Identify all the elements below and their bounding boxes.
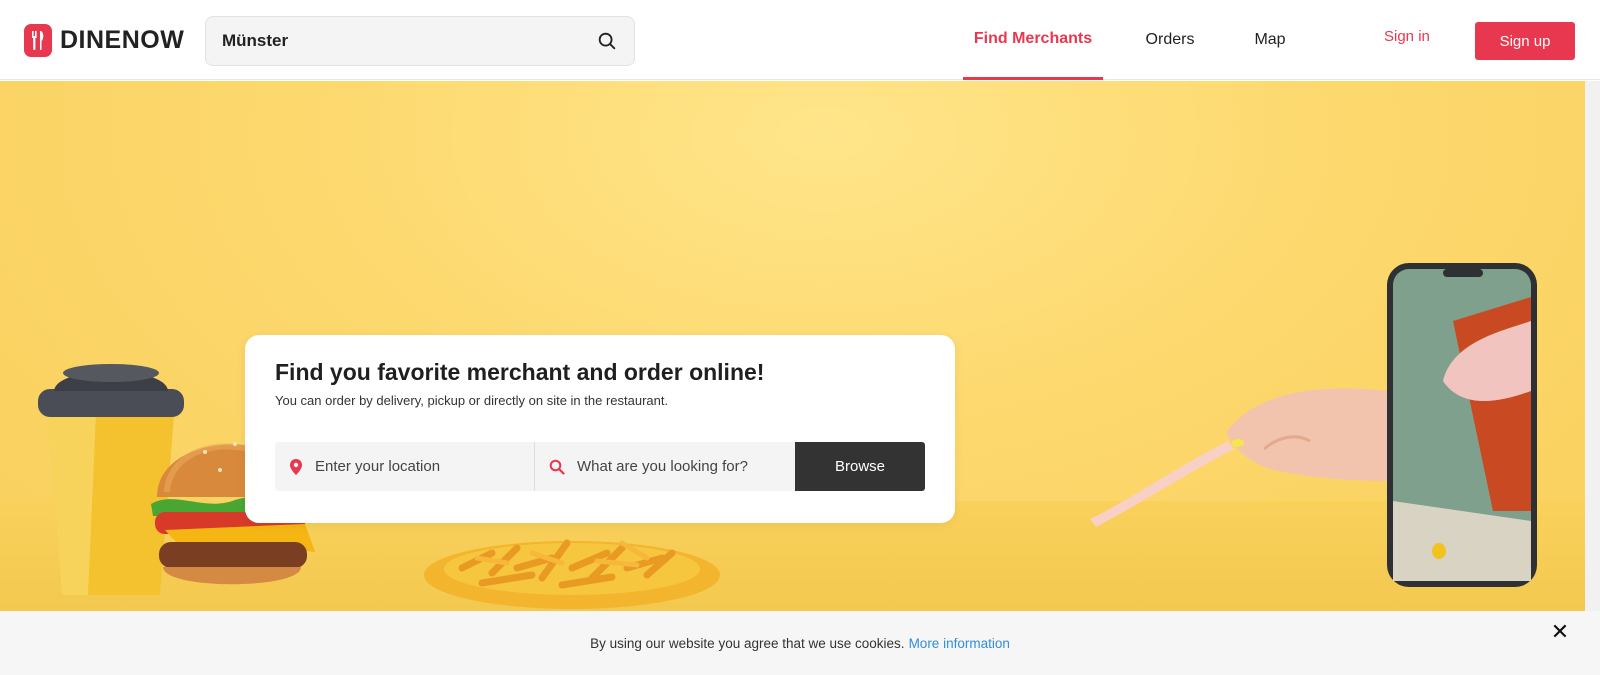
nav-map[interactable]: Map bbox=[1246, 0, 1294, 80]
browse-label: Browse bbox=[834, 458, 886, 475]
nav-map-label: Map bbox=[1254, 31, 1286, 48]
query-input[interactable]: What are you looking for? bbox=[535, 442, 795, 491]
cutlery-icon bbox=[24, 24, 52, 57]
hero-subtitle: You can order by delivery, pickup or dir… bbox=[275, 393, 669, 408]
signin-link[interactable]: Sign in bbox=[1384, 28, 1430, 45]
nav-find-merchants[interactable]: Find Merchants bbox=[963, 0, 1103, 80]
nav-orders[interactable]: Orders bbox=[1138, 0, 1202, 80]
signup-label: Sign up bbox=[1499, 32, 1551, 50]
city-search-value[interactable]: Münster bbox=[222, 31, 596, 51]
cookie-banner: By using our website you agree that we u… bbox=[0, 611, 1600, 675]
signup-button[interactable]: Sign up bbox=[1475, 22, 1575, 60]
nav-find-merchants-label: Find Merchants bbox=[973, 29, 1093, 47]
cookie-text: By using our website you agree that we u… bbox=[590, 635, 905, 651]
search-icon bbox=[549, 459, 565, 475]
location-input[interactable]: Enter your location bbox=[275, 442, 535, 491]
logo[interactable]: DINENOW bbox=[24, 24, 184, 57]
search-icon[interactable] bbox=[596, 30, 618, 52]
hand-with-fork-illustration bbox=[1090, 388, 1388, 527]
browse-button[interactable]: Browse bbox=[795, 442, 925, 491]
city-search-field[interactable]: Münster bbox=[205, 16, 635, 66]
hero-search-card: Find you favorite merchant and order onl… bbox=[245, 335, 955, 523]
site-header: DINENOW Münster Find Merchants Orders Ma… bbox=[0, 0, 1600, 80]
close-icon[interactable]: ✕ bbox=[1548, 619, 1572, 644]
location-pin-icon bbox=[290, 458, 302, 475]
cookie-more-info-link[interactable]: More information bbox=[909, 636, 1010, 651]
location-placeholder: Enter your location bbox=[315, 458, 441, 475]
query-placeholder: What are you looking for? bbox=[577, 458, 748, 475]
nav-orders-label: Orders bbox=[1145, 31, 1195, 48]
fries-plate-illustration bbox=[424, 539, 720, 609]
brand-name: DINENOW bbox=[60, 26, 185, 54]
hero-search-bar: Enter your location What are you looking… bbox=[275, 442, 925, 491]
hero-title: Find you favorite merchant and order onl… bbox=[275, 359, 765, 385]
phone-illustration bbox=[1387, 263, 1537, 587]
page-scrollbar[interactable] bbox=[1585, 81, 1600, 611]
